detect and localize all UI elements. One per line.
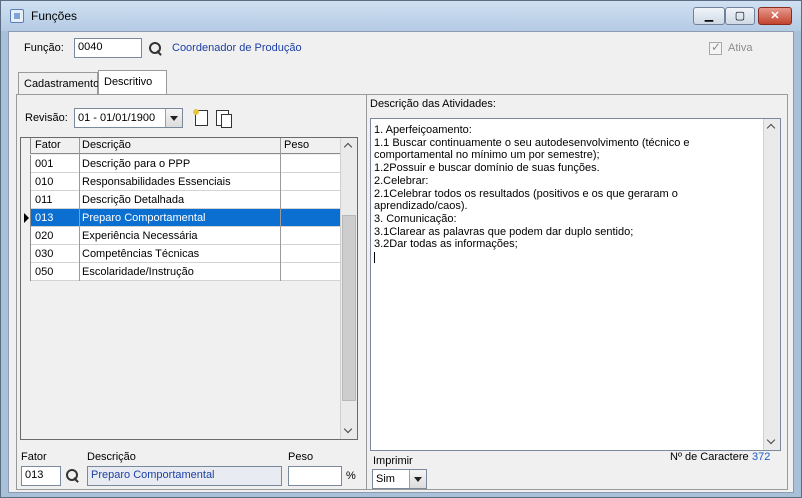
search-icon[interactable]: [65, 468, 81, 484]
footer-peso-label: Peso: [288, 451, 314, 463]
cell-fator: 030: [35, 248, 54, 260]
grid-scrollbar[interactable]: [340, 138, 357, 439]
description-scrollbar[interactable]: [763, 119, 780, 450]
table-row[interactable]: 001 Descrição para o PPP: [21, 155, 341, 173]
char-count-value: 372: [752, 451, 771, 463]
tab-panel-descritivo: Revisão: 01 - 01/01/1900 Fator Descrição…: [16, 94, 788, 490]
close-button[interactable]: ✕: [758, 7, 792, 25]
close-icon: ✕: [770, 10, 780, 22]
function-label: Função:: [24, 42, 64, 54]
column-header-fator[interactable]: Fator: [35, 139, 61, 151]
grid-header: Fator Descrição Peso: [21, 138, 341, 154]
maximize-button[interactable]: ▢: [725, 7, 755, 25]
copy-document-icon[interactable]: [214, 109, 232, 128]
row-indicator: [21, 191, 31, 209]
row-indicator: [21, 245, 31, 263]
scrollbar-thumb[interactable]: [342, 215, 356, 401]
description-content: 1. Aperfeiçoamento: 1.1 Buscar continuam…: [374, 124, 690, 251]
table-row-selected[interactable]: 013 Preparo Comportamental: [21, 209, 341, 227]
footer-descricao-label: Descrição: [87, 451, 136, 463]
imprimir-label: Imprimir: [373, 455, 413, 467]
tab-label: Descritivo: [104, 76, 153, 88]
row-indicator-header: [21, 138, 31, 154]
cell-fator: 013: [35, 212, 54, 224]
table-row[interactable]: 050 Escolaridade/Instrução: [21, 263, 341, 281]
table-row[interactable]: 030 Competências Técnicas: [21, 245, 341, 263]
footer-fator-label: Fator: [21, 451, 47, 463]
window-title: Funções: [31, 9, 78, 23]
function-code-field[interactable]: 0040: [74, 38, 142, 58]
char-count-label: Nº de Caractere: [670, 451, 749, 463]
revision-label: Revisão:: [25, 112, 68, 124]
percent-sign: %: [346, 470, 356, 482]
active-label: Ativa: [728, 42, 753, 54]
table-row[interactable]: 010 Responsabilidades Essenciais: [21, 173, 341, 191]
minimize-icon: ▁: [704, 10, 714, 22]
cell-fator: 020: [35, 230, 54, 242]
cell-fator: 050: [35, 266, 54, 278]
footer-peso-field[interactable]: [288, 466, 342, 486]
row-indicator: [21, 263, 31, 281]
active-checkbox[interactable]: [709, 40, 722, 55]
current-row-arrow-icon: [21, 209, 31, 227]
title-bar[interactable]: Funções ▁ ▢ ✕: [1, 1, 801, 31]
client-area: Função: 0040 Coordenador de Produção Ati…: [8, 31, 794, 493]
footer-fator-field[interactable]: 013: [21, 466, 61, 486]
revision-select[interactable]: 01 - 01/01/1900: [74, 108, 183, 128]
imprimir-select[interactable]: Sim: [372, 469, 427, 489]
app-icon: [10, 9, 24, 23]
chevron-down-icon[interactable]: [409, 470, 426, 488]
cell-descricao: Preparo Comportamental: [82, 212, 206, 224]
cell-fator: 010: [35, 176, 54, 188]
cell-descricao: Escolaridade/Instrução: [82, 266, 194, 278]
text-caret: [374, 251, 375, 263]
function-name: Coordenador de Produção: [172, 42, 302, 54]
window: Funções ▁ ▢ ✕ Função: 0040 Coordenador d…: [0, 0, 802, 498]
description-title: Descrição das Atividades:: [370, 98, 496, 110]
scroll-up-icon[interactable]: [341, 138, 357, 154]
column-divider: [280, 138, 281, 281]
cell-fator: 011: [35, 194, 53, 206]
maximize-icon: ▢: [734, 10, 746, 22]
minimize-button[interactable]: ▁: [693, 7, 725, 25]
table-row[interactable]: 011 Descrição Detalhada: [21, 191, 341, 209]
scroll-down-icon[interactable]: [341, 423, 357, 439]
scroll-down-icon[interactable]: [764, 434, 780, 450]
tab-descritivo[interactable]: Descritivo: [98, 70, 167, 95]
cell-descricao: Descrição Detalhada: [82, 194, 185, 206]
footer-descricao-field: Preparo Comportamental: [87, 466, 282, 486]
cell-descricao: Responsabilidades Essenciais: [82, 176, 231, 188]
revision-value: 01 - 01/01/1900: [78, 112, 156, 124]
description-panel: Descrição das Atividades: 1. Aperfeiçoam…: [366, 95, 788, 489]
table-row[interactable]: 020 Experiência Necessária: [21, 227, 341, 245]
column-header-peso[interactable]: Peso: [284, 139, 309, 151]
column-divider: [79, 138, 80, 281]
description-textarea[interactable]: 1. Aperfeiçoamento: 1.1 Buscar continuam…: [370, 118, 781, 451]
chevron-down-icon[interactable]: [165, 109, 182, 127]
imprimir-value: Sim: [376, 473, 395, 485]
factor-grid: Fator Descrição Peso 001 Descrição para …: [20, 137, 358, 440]
new-document-icon[interactable]: [193, 109, 209, 127]
row-indicator: [21, 173, 31, 191]
tab-label: Cadastramento: [24, 78, 100, 90]
cell-descricao: Competências Técnicas: [82, 248, 200, 260]
scroll-up-icon[interactable]: [764, 119, 780, 135]
tab-cadastramento[interactable]: Cadastramento: [18, 72, 100, 94]
row-indicator: [21, 155, 31, 173]
cell-descricao: Experiência Necessária: [82, 230, 198, 242]
column-header-descricao[interactable]: Descrição: [82, 139, 131, 151]
search-icon[interactable]: [148, 41, 164, 57]
row-indicator: [21, 227, 31, 245]
description-text: 1. Aperfeiçoamento: 1.1 Buscar continuam…: [374, 124, 766, 264]
cell-descricao: Descrição para o PPP: [82, 158, 191, 170]
cell-fator: 001: [35, 158, 54, 170]
